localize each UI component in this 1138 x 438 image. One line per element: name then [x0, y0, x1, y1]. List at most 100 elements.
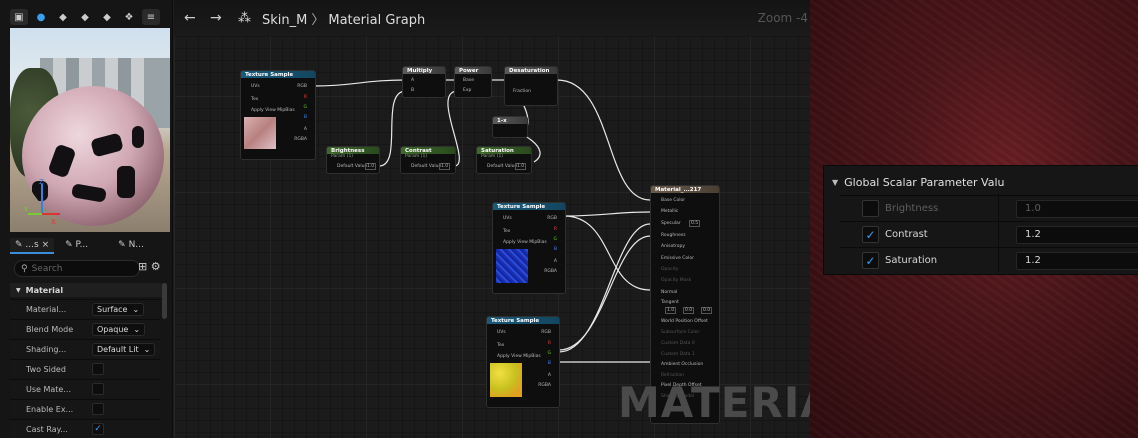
- tab-details[interactable]: ✎ ...s ×: [10, 238, 55, 254]
- tab-label: P...: [75, 240, 89, 250]
- enable-exec-checkbox[interactable]: [92, 403, 104, 415]
- use-material-attributes-checkbox[interactable]: [92, 383, 104, 395]
- pin-label: Tex: [503, 229, 511, 234]
- cube-preview-icon[interactable]: ◆: [98, 9, 116, 25]
- power-node[interactable]: Power Base Exp: [454, 66, 492, 98]
- property-label: Enable Ex...: [26, 404, 74, 414]
- pin-label: Ambient Occlusion: [661, 362, 704, 367]
- preview-viewport[interactable]: Z Y X: [10, 28, 170, 232]
- tab-label: N...: [128, 240, 144, 250]
- pin-label: Specular: [661, 221, 681, 226]
- pin-label: R: [303, 95, 307, 100]
- property-row: Two Sided: [10, 359, 160, 378]
- hamburger-menu-icon[interactable]: ≡: [142, 9, 160, 25]
- viewport-toolbar: ▣ ● ◆ ◆ ◆ ❖ ≡: [10, 6, 160, 28]
- search-placeholder: Search: [31, 263, 63, 274]
- tangent-y-field[interactable]: 0.0: [683, 307, 695, 314]
- param-value-field[interactable]: 1.0: [365, 163, 377, 170]
- contrast-param-node[interactable]: Contrast Param (1) Default Value 1.0: [400, 146, 456, 174]
- node-title: Material_...217: [651, 186, 719, 193]
- pin-label: RGBA: [544, 269, 557, 274]
- tab-parameters[interactable]: ✎ P...: [60, 238, 93, 254]
- cast-ray-checkbox[interactable]: ✓: [92, 423, 104, 435]
- contrast-checkbox[interactable]: ✓: [862, 226, 879, 243]
- search-input[interactable]: ⚲ Search: [14, 260, 140, 277]
- param-row-contrast: ✓ Contrast 1.2: [840, 221, 1138, 247]
- cylinder-preview-icon[interactable]: ◆: [54, 9, 72, 25]
- param-value-field[interactable]: 1.0: [439, 163, 451, 170]
- contrast-value-field[interactable]: 1.2: [1016, 225, 1138, 244]
- sphere-preview-icon[interactable]: ●: [32, 9, 50, 25]
- tangent-x-field[interactable]: 1.0: [665, 307, 677, 314]
- chevron-down-icon: ▼: [16, 286, 21, 294]
- pin-label: B: [411, 88, 415, 93]
- chevron-down-icon: ⌄: [143, 344, 151, 354]
- pin-label: A: [303, 127, 307, 132]
- pin-label: Subsurface Color: [661, 330, 700, 335]
- node-title: 1-x: [493, 117, 527, 124]
- pin-label: Tex: [497, 343, 505, 348]
- blend-mode-dropdown[interactable]: Opaque ⌄: [92, 322, 146, 336]
- grid-icon[interactable]: ⊞: [138, 260, 147, 273]
- param-value-field[interactable]: 1.0: [515, 163, 527, 170]
- material-graph-canvas[interactable]: ← → ⁂ Skin_M 〉 Material Graph Zoom -4 Text…: [174, 0, 810, 438]
- tab-nodes[interactable]: ✎ N...: [113, 238, 149, 254]
- property-label: Material...: [26, 304, 67, 314]
- pin-label: World Position Offset: [661, 319, 708, 324]
- pin-label: R: [553, 227, 557, 232]
- svg-text:Y: Y: [24, 206, 29, 214]
- axis-gizmo-icon: Z Y X: [24, 178, 60, 226]
- texture-thumbnail: [490, 363, 522, 397]
- material-section-header[interactable]: ▼ Material: [10, 283, 166, 297]
- pin-label: B: [547, 361, 551, 366]
- tangent-z-field[interactable]: 0.0: [701, 307, 713, 314]
- saturation-value-field[interactable]: 1.2: [1016, 251, 1138, 270]
- pin-label: A: [411, 78, 415, 83]
- node-title: Power: [455, 67, 491, 74]
- pin-label: UVs: [251, 84, 260, 89]
- mesh-preview-icon[interactable]: ❖: [120, 9, 138, 25]
- multiply-node[interactable]: Multiply A B: [402, 66, 446, 98]
- material-domain-dropdown[interactable]: Surface ⌄: [92, 302, 145, 316]
- search-icon: ⚲: [21, 263, 28, 274]
- plane-preview-icon[interactable]: ◆: [76, 9, 94, 25]
- texture-sample-node-1[interactable]: Texture Sample UVs Tex Apply View MipBia…: [240, 70, 316, 160]
- viewport-options-icon[interactable]: ▣: [10, 9, 28, 25]
- global-params-header[interactable]: ▼ Global Scalar Parameter Valu: [824, 172, 1138, 192]
- pin-label: RGBA: [538, 383, 551, 388]
- property-label: Two Sided: [26, 364, 66, 374]
- pin-label: Roughness: [661, 233, 686, 238]
- node-subtitle: Param (1): [331, 154, 354, 159]
- pin-label: Custom Data 1: [661, 352, 695, 357]
- one-minus-node[interactable]: 1-x: [492, 116, 528, 138]
- pin-label: Tex: [251, 97, 259, 102]
- pin-label: G: [553, 237, 558, 242]
- pin-label: R: [547, 341, 551, 346]
- node-title: Texture Sample: [241, 71, 315, 78]
- gear-icon[interactable]: ⚙: [151, 260, 161, 273]
- specular-value-field[interactable]: 0.5: [689, 220, 701, 227]
- pin-label: Fraction: [513, 89, 531, 94]
- brightness-value-field[interactable]: 1.0: [1016, 199, 1138, 218]
- two-sided-checkbox[interactable]: [92, 363, 104, 375]
- brightness-param-node[interactable]: Brightness Param (1) Default Value 1.0: [326, 146, 380, 174]
- close-icon[interactable]: ×: [42, 240, 50, 250]
- saturation-param-node[interactable]: Saturation Param (1) Default Value 1.0: [476, 146, 532, 174]
- pencil-icon: ✎: [15, 240, 23, 250]
- texture-sample-node-2[interactable]: Texture Sample UVs Tex Apply View MipBia…: [492, 202, 566, 294]
- property-row: Cast Ray... ✓: [10, 419, 160, 438]
- desaturation-node[interactable]: Desaturation Fraction: [504, 66, 558, 106]
- texture-sample-node-3[interactable]: Texture Sample UVs Tex Apply View MipBia…: [486, 316, 560, 408]
- svg-text:Z: Z: [39, 178, 44, 186]
- param-row-brightness: Brightness 1.0: [840, 195, 1138, 221]
- section-title: Material: [25, 285, 64, 295]
- shading-model-dropdown[interactable]: Default Lit ⌄: [92, 342, 156, 356]
- scrollbar[interactable]: [162, 283, 167, 319]
- dropdown-value: Opaque: [97, 324, 129, 334]
- node-subtitle: Param (1): [405, 154, 428, 159]
- brightness-checkbox[interactable]: [862, 200, 879, 217]
- pin-label: Default Value: [411, 164, 442, 169]
- pin-label: G: [303, 105, 308, 110]
- param-label: Contrast: [885, 229, 928, 240]
- saturation-checkbox[interactable]: ✓: [862, 252, 879, 269]
